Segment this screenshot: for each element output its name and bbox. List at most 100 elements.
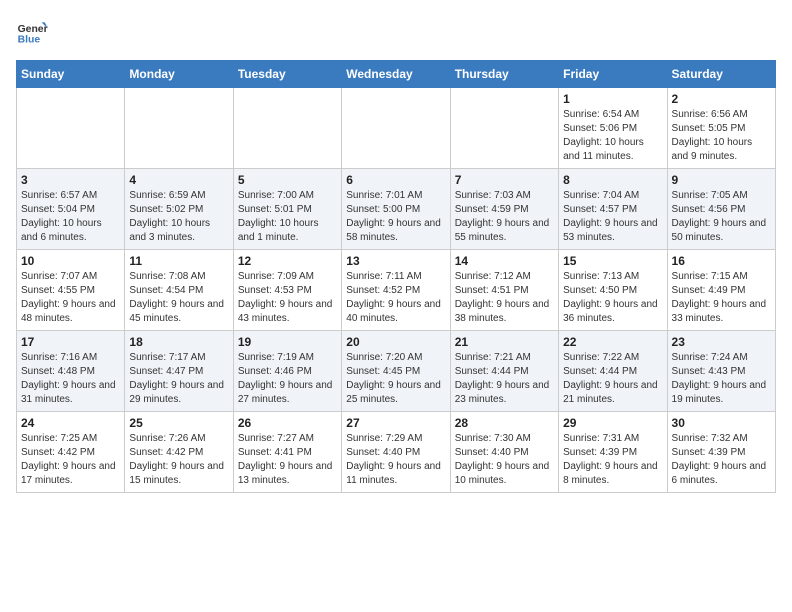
logo-icon: General Blue xyxy=(16,16,48,48)
day-info: Sunrise: 7:20 AM Sunset: 4:45 PM Dayligh… xyxy=(346,351,445,407)
calendar-cell: 27 Sunrise: 7:29 AM Sunset: 4:40 PM Dayli… xyxy=(342,412,450,493)
day-info: Sunrise: 7:19 AM Sunset: 4:46 PM Dayligh… xyxy=(238,351,337,407)
day-info: Sunrise: 7:01 AM Sunset: 5:00 PM Dayligh… xyxy=(346,189,445,245)
calendar-week-4: 17 Sunrise: 7:16 AM Sunset: 4:48 PM Dayli… xyxy=(17,331,776,412)
day-info: Sunrise: 7:22 AM Sunset: 4:44 PM Dayligh… xyxy=(563,351,662,407)
day-number: 11 xyxy=(129,254,228,268)
day-info: Sunrise: 7:32 AM Sunset: 4:39 PM Dayligh… xyxy=(672,432,771,488)
day-number: 27 xyxy=(346,416,445,430)
day-info: Sunrise: 7:07 AM Sunset: 4:55 PM Dayligh… xyxy=(21,270,120,326)
weekday-header-monday: Monday xyxy=(125,61,233,88)
day-info: Sunrise: 7:30 AM Sunset: 4:40 PM Dayligh… xyxy=(455,432,554,488)
day-number: 17 xyxy=(21,335,120,349)
day-info: Sunrise: 7:12 AM Sunset: 4:51 PM Dayligh… xyxy=(455,270,554,326)
day-info: Sunrise: 7:27 AM Sunset: 4:41 PM Dayligh… xyxy=(238,432,337,488)
calendar-cell: 25 Sunrise: 7:26 AM Sunset: 4:42 PM Dayli… xyxy=(125,412,233,493)
weekday-header-saturday: Saturday xyxy=(667,61,775,88)
day-number: 13 xyxy=(346,254,445,268)
day-number: 4 xyxy=(129,173,228,187)
day-info: Sunrise: 6:56 AM Sunset: 5:05 PM Dayligh… xyxy=(672,108,771,164)
day-number: 16 xyxy=(672,254,771,268)
calendar-cell: 5 Sunrise: 7:00 AM Sunset: 5:01 PM Daylig… xyxy=(233,169,341,250)
day-number: 19 xyxy=(238,335,337,349)
day-number: 30 xyxy=(672,416,771,430)
weekday-header-thursday: Thursday xyxy=(450,61,558,88)
calendar-cell xyxy=(17,88,125,169)
svg-text:Blue: Blue xyxy=(18,34,41,45)
day-info: Sunrise: 7:16 AM Sunset: 4:48 PM Dayligh… xyxy=(21,351,120,407)
weekday-header-tuesday: Tuesday xyxy=(233,61,341,88)
day-number: 7 xyxy=(455,173,554,187)
calendar-cell: 24 Sunrise: 7:25 AM Sunset: 4:42 PM Dayli… xyxy=(17,412,125,493)
calendar-cell: 23 Sunrise: 7:24 AM Sunset: 4:43 PM Dayli… xyxy=(667,331,775,412)
day-info: Sunrise: 7:05 AM Sunset: 4:56 PM Dayligh… xyxy=(672,189,771,245)
day-number: 6 xyxy=(346,173,445,187)
svg-text:General: General xyxy=(18,24,48,35)
calendar-cell xyxy=(125,88,233,169)
day-number: 29 xyxy=(563,416,662,430)
day-info: Sunrise: 7:29 AM Sunset: 4:40 PM Dayligh… xyxy=(346,432,445,488)
calendar-cell: 11 Sunrise: 7:08 AM Sunset: 4:54 PM Dayli… xyxy=(125,250,233,331)
calendar-cell: 18Sunrise: 7:17 AM Sunset: 4:47 PM Dayli… xyxy=(125,331,233,412)
calendar-cell: 4 Sunrise: 6:59 AM Sunset: 5:02 PM Daylig… xyxy=(125,169,233,250)
day-number: 3 xyxy=(21,173,120,187)
calendar-cell: 1 Sunrise: 6:54 AM Sunset: 5:06 PM Daylig… xyxy=(559,88,667,169)
calendar-cell: 3Sunrise: 6:57 AM Sunset: 5:04 PM Daylig… xyxy=(17,169,125,250)
calendar-cell: 13 Sunrise: 7:11 AM Sunset: 4:52 PM Dayli… xyxy=(342,250,450,331)
day-info: Sunrise: 7:11 AM Sunset: 4:52 PM Dayligh… xyxy=(346,270,445,326)
day-number: 24 xyxy=(21,416,120,430)
calendar-cell: 20Sunrise: 7:20 AM Sunset: 4:45 PM Dayli… xyxy=(342,331,450,412)
day-number: 26 xyxy=(238,416,337,430)
calendar-week-2: 3Sunrise: 6:57 AM Sunset: 5:04 PM Daylig… xyxy=(17,169,776,250)
day-info: Sunrise: 6:59 AM Sunset: 5:02 PM Dayligh… xyxy=(129,189,228,245)
calendar-cell: 21Sunrise: 7:21 AM Sunset: 4:44 PM Dayli… xyxy=(450,331,558,412)
calendar-cell: 14 Sunrise: 7:12 AM Sunset: 4:51 PM Dayli… xyxy=(450,250,558,331)
day-info: Sunrise: 7:13 AM Sunset: 4:50 PM Dayligh… xyxy=(563,270,662,326)
day-number: 18 xyxy=(129,335,228,349)
calendar-cell: 17 Sunrise: 7:16 AM Sunset: 4:48 PM Dayli… xyxy=(17,331,125,412)
day-info: Sunrise: 7:31 AM Sunset: 4:39 PM Dayligh… xyxy=(563,432,662,488)
calendar-cell: 7 Sunrise: 7:03 AM Sunset: 4:59 PM Daylig… xyxy=(450,169,558,250)
calendar-cell: 12Sunrise: 7:09 AM Sunset: 4:53 PM Dayli… xyxy=(233,250,341,331)
day-number: 10 xyxy=(21,254,120,268)
day-info: Sunrise: 7:26 AM Sunset: 4:42 PM Dayligh… xyxy=(129,432,228,488)
weekday-header-sunday: Sunday xyxy=(17,61,125,88)
day-number: 25 xyxy=(129,416,228,430)
calendar-cell: 16 Sunrise: 7:15 AM Sunset: 4:49 PM Dayli… xyxy=(667,250,775,331)
day-number: 21 xyxy=(455,335,554,349)
calendar-cell: 30 Sunrise: 7:32 AM Sunset: 4:39 PM Dayli… xyxy=(667,412,775,493)
calendar-week-5: 24 Sunrise: 7:25 AM Sunset: 4:42 PM Dayli… xyxy=(17,412,776,493)
day-info: Sunrise: 7:08 AM Sunset: 4:54 PM Dayligh… xyxy=(129,270,228,326)
day-number: 12 xyxy=(238,254,337,268)
calendar-cell: 22 Sunrise: 7:22 AM Sunset: 4:44 PM Dayli… xyxy=(559,331,667,412)
day-info: Sunrise: 7:03 AM Sunset: 4:59 PM Dayligh… xyxy=(455,189,554,245)
weekday-header-wednesday: Wednesday xyxy=(342,61,450,88)
calendar-cell xyxy=(450,88,558,169)
day-number: 22 xyxy=(563,335,662,349)
calendar-cell: 8Sunrise: 7:04 AM Sunset: 4:57 PM Daylig… xyxy=(559,169,667,250)
day-number: 5 xyxy=(238,173,337,187)
calendar-header-row: SundayMondayTuesdayWednesdayThursdayFrid… xyxy=(17,61,776,88)
day-number: 1 xyxy=(563,92,662,106)
calendar-cell: 19 Sunrise: 7:19 AM Sunset: 4:46 PM Dayli… xyxy=(233,331,341,412)
day-info: Sunrise: 6:54 AM Sunset: 5:06 PM Dayligh… xyxy=(563,108,662,164)
day-info: Sunrise: 7:25 AM Sunset: 4:42 PM Dayligh… xyxy=(21,432,120,488)
day-number: 28 xyxy=(455,416,554,430)
day-number: 14 xyxy=(455,254,554,268)
day-info: Sunrise: 7:24 AM Sunset: 4:43 PM Dayligh… xyxy=(672,351,771,407)
calendar-cell: 9Sunrise: 7:05 AM Sunset: 4:56 PM Daylig… xyxy=(667,169,775,250)
calendar-cell xyxy=(342,88,450,169)
day-number: 2 xyxy=(672,92,771,106)
calendar-cell: 2 Sunrise: 6:56 AM Sunset: 5:05 PM Daylig… xyxy=(667,88,775,169)
calendar-cell: 15 Sunrise: 7:13 AM Sunset: 4:50 PM Dayli… xyxy=(559,250,667,331)
day-info: Sunrise: 7:15 AM Sunset: 4:49 PM Dayligh… xyxy=(672,270,771,326)
day-number: 8 xyxy=(563,173,662,187)
page-header: General Blue xyxy=(16,16,776,48)
day-number: 23 xyxy=(672,335,771,349)
calendar-week-1: 1 Sunrise: 6:54 AM Sunset: 5:06 PM Daylig… xyxy=(17,88,776,169)
logo: General Blue xyxy=(16,16,48,48)
calendar-cell: 10 Sunrise: 7:07 AM Sunset: 4:55 PM Dayli… xyxy=(17,250,125,331)
day-number: 15 xyxy=(563,254,662,268)
calendar-table: SundayMondayTuesdayWednesdayThursdayFrid… xyxy=(16,60,776,493)
day-info: Sunrise: 7:00 AM Sunset: 5:01 PM Dayligh… xyxy=(238,189,337,245)
